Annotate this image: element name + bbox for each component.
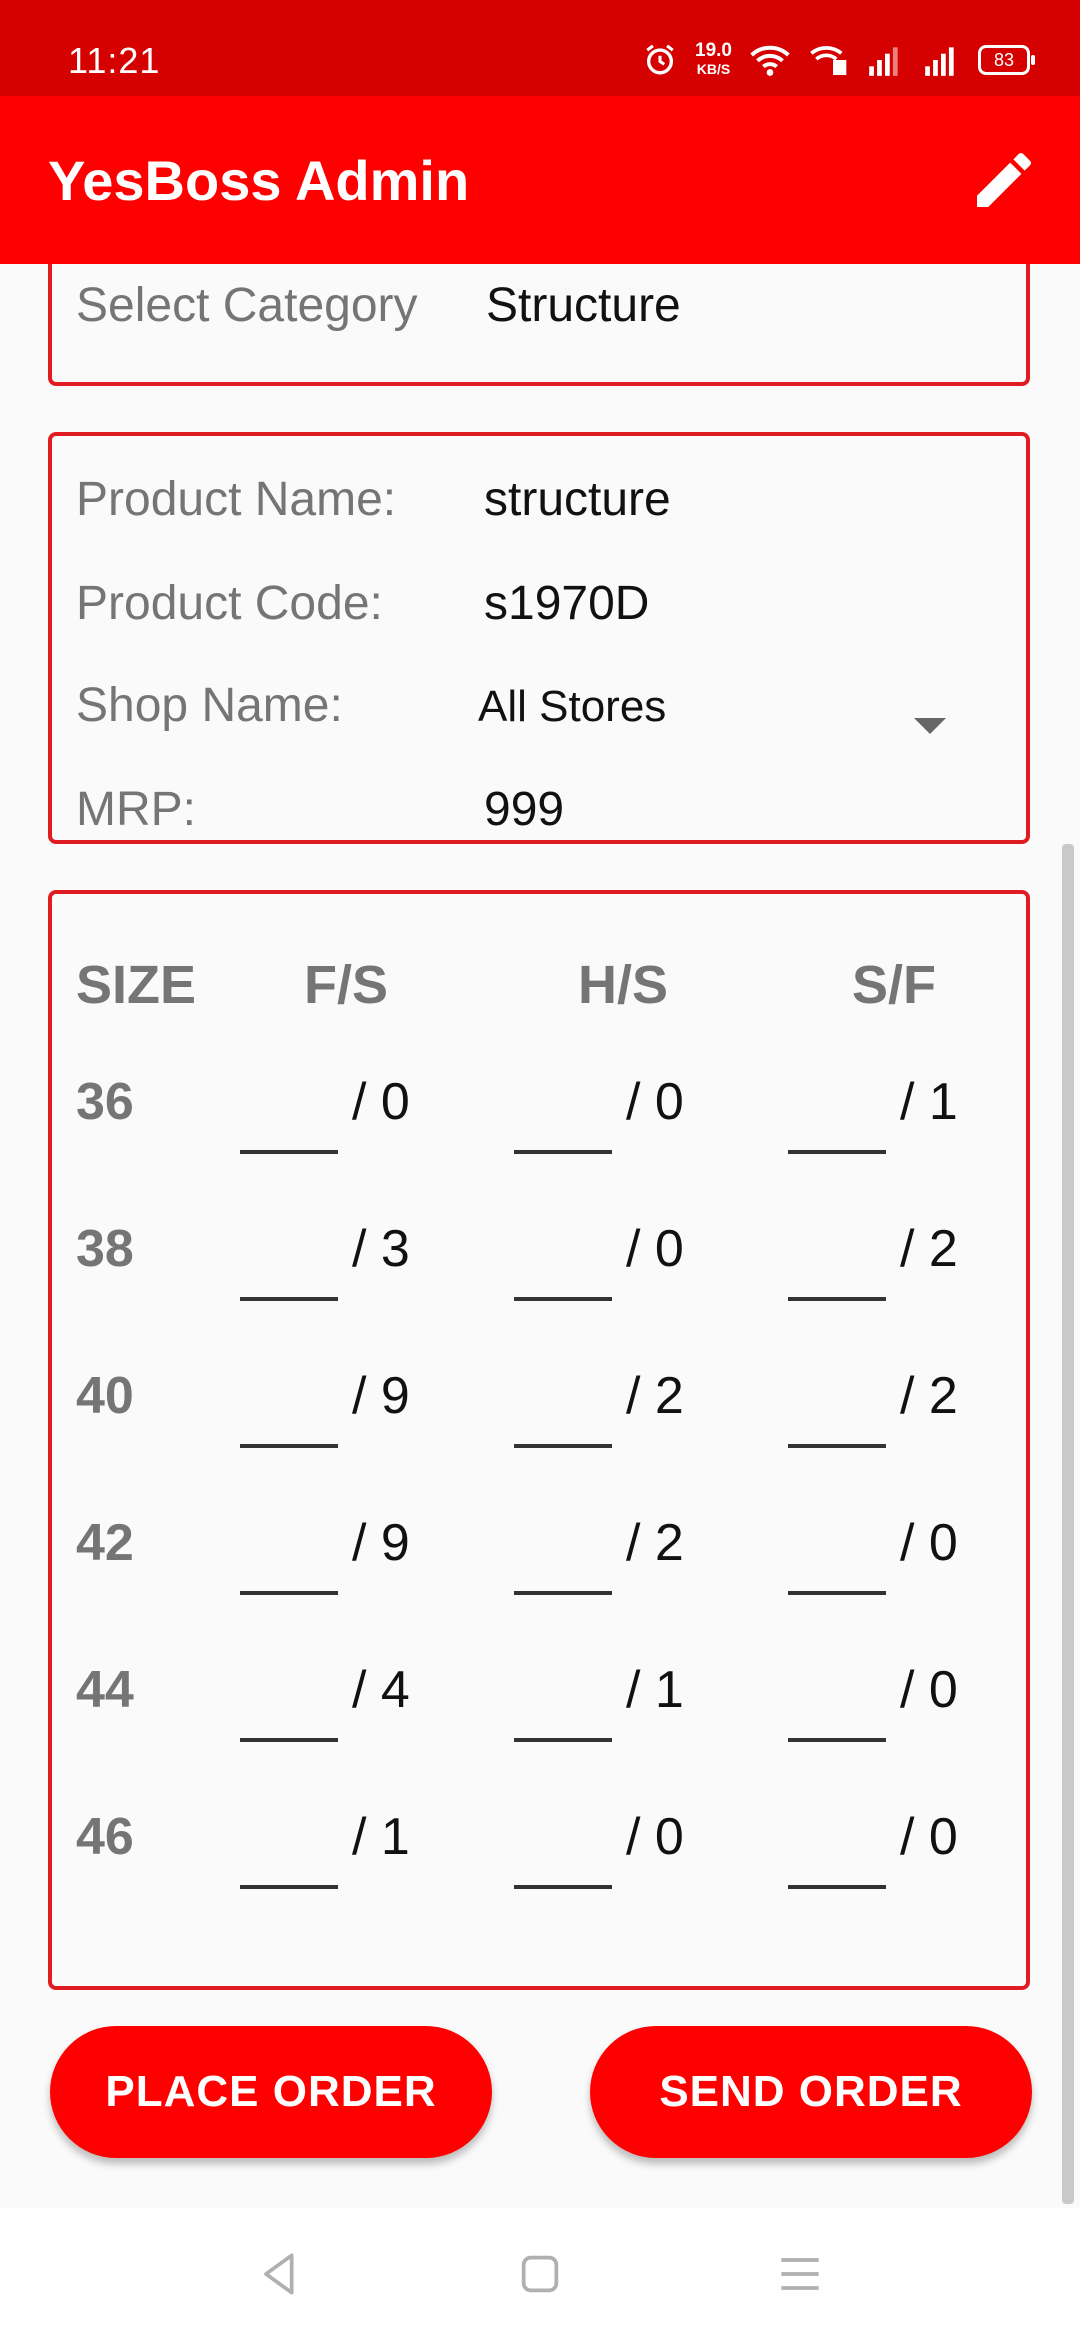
product-info-box: Product Name: structure Product Code: s1… (48, 432, 1030, 844)
size-label: 46 (76, 1808, 134, 1866)
app-bar: YesBoss Admin (0, 96, 1080, 264)
hs-qty-input[interactable] (514, 1444, 612, 1448)
product-code-label: Product Code: (76, 577, 383, 630)
system-nav-bar (0, 2208, 1080, 2340)
size-label: 44 (76, 1661, 134, 1719)
sf-stock: / 1 (900, 1073, 958, 1131)
sf-stock: / 0 (900, 1514, 958, 1572)
hs-stock: / 1 (626, 1661, 684, 1719)
status-icons: 19.0 KB/S 83 (643, 40, 1035, 80)
sf-qty-input[interactable] (788, 1885, 886, 1889)
content-area[interactable]: Select Category Structure Product Name: … (0, 264, 1080, 2208)
size-label: 38 (76, 1220, 134, 1278)
product-name-value: structure (484, 473, 671, 526)
wifi-calling-icon (810, 46, 847, 75)
back-icon[interactable] (252, 2246, 308, 2302)
sf-stock: / 0 (900, 1808, 958, 1866)
category-select[interactable]: Structure (486, 278, 681, 333)
hs-stock: / 0 (626, 1220, 684, 1278)
fs-stock: / 0 (352, 1073, 410, 1131)
network-speed: 19.0 KB/S (695, 40, 732, 77)
size-stock-table: SIZE F/S H/S S/F 36 / 0 / 0 / 1 38 / 3 /… (48, 890, 1030, 1990)
table-row: 36 / 0 / 0 / 1 (52, 894, 1026, 1986)
sf-qty-input[interactable] (788, 1591, 886, 1595)
size-label: 40 (76, 1367, 134, 1425)
shop-name-label: Shop Name: (76, 679, 343, 732)
fs-stock: / 3 (352, 1220, 410, 1278)
product-code-value: s1970D (484, 577, 650, 630)
fs-stock: / 4 (352, 1661, 410, 1719)
fs-stock: / 9 (352, 1514, 410, 1572)
sf-qty-input[interactable] (788, 1150, 886, 1154)
hs-qty-input[interactable] (514, 1591, 612, 1595)
alarm-icon (646, 44, 674, 75)
home-icon[interactable] (512, 2246, 568, 2302)
mrp-value: 999 (484, 783, 565, 836)
mrp-label: MRP: (76, 783, 196, 836)
hs-qty-input[interactable] (514, 1297, 612, 1301)
sf-stock: / 0 (900, 1661, 958, 1719)
fs-qty-input[interactable] (240, 1297, 338, 1301)
status-bar: 11:21 19.0 KB/S 83 (0, 0, 1080, 96)
hs-stock: / 0 (626, 1073, 684, 1131)
sf-stock: / 2 (900, 1367, 958, 1425)
sf-qty-input[interactable] (788, 1738, 886, 1742)
status-time: 11:21 (68, 40, 161, 81)
fs-stock: / 1 (352, 1808, 410, 1866)
sf-stock: / 2 (900, 1220, 958, 1278)
product-name-label: Product Name: (76, 473, 397, 526)
hs-stock: / 2 (626, 1514, 684, 1572)
sf-qty-input[interactable] (788, 1444, 886, 1448)
pencil-icon[interactable] (968, 144, 1040, 216)
fs-stock: / 9 (352, 1367, 410, 1425)
fs-qty-input[interactable] (240, 1738, 338, 1742)
size-label: 42 (76, 1514, 134, 1572)
send-order-button[interactable]: SEND ORDER (590, 2026, 1032, 2158)
place-order-button[interactable]: PLACE ORDER (50, 2026, 492, 2158)
fs-qty-input[interactable] (240, 1591, 338, 1595)
hs-qty-input[interactable] (514, 1885, 612, 1889)
shop-name-select[interactable]: All Stores (478, 682, 666, 732)
scrollbar[interactable] (1062, 844, 1074, 2204)
app-title: YesBoss Admin (48, 149, 470, 212)
category-label: Select Category (76, 279, 418, 332)
fs-qty-input[interactable] (240, 1885, 338, 1889)
category-box: Select Category Structure (48, 264, 1030, 386)
fs-qty-input[interactable] (240, 1150, 338, 1154)
hs-stock: / 2 (626, 1367, 684, 1425)
menu-icon[interactable] (772, 2246, 828, 2302)
fs-qty-input[interactable] (240, 1444, 338, 1448)
size-label: 36 (76, 1073, 134, 1131)
dropdown-arrow-icon[interactable] (914, 718, 946, 734)
signal-icon (869, 47, 898, 76)
hs-qty-input[interactable] (514, 1738, 612, 1742)
signal-icon-2 (925, 47, 954, 76)
battery-icon: 83 (978, 45, 1035, 75)
hs-stock: / 0 (626, 1808, 684, 1866)
sf-qty-input[interactable] (788, 1297, 886, 1301)
wifi-icon (750, 45, 790, 76)
hs-qty-input[interactable] (514, 1150, 612, 1154)
